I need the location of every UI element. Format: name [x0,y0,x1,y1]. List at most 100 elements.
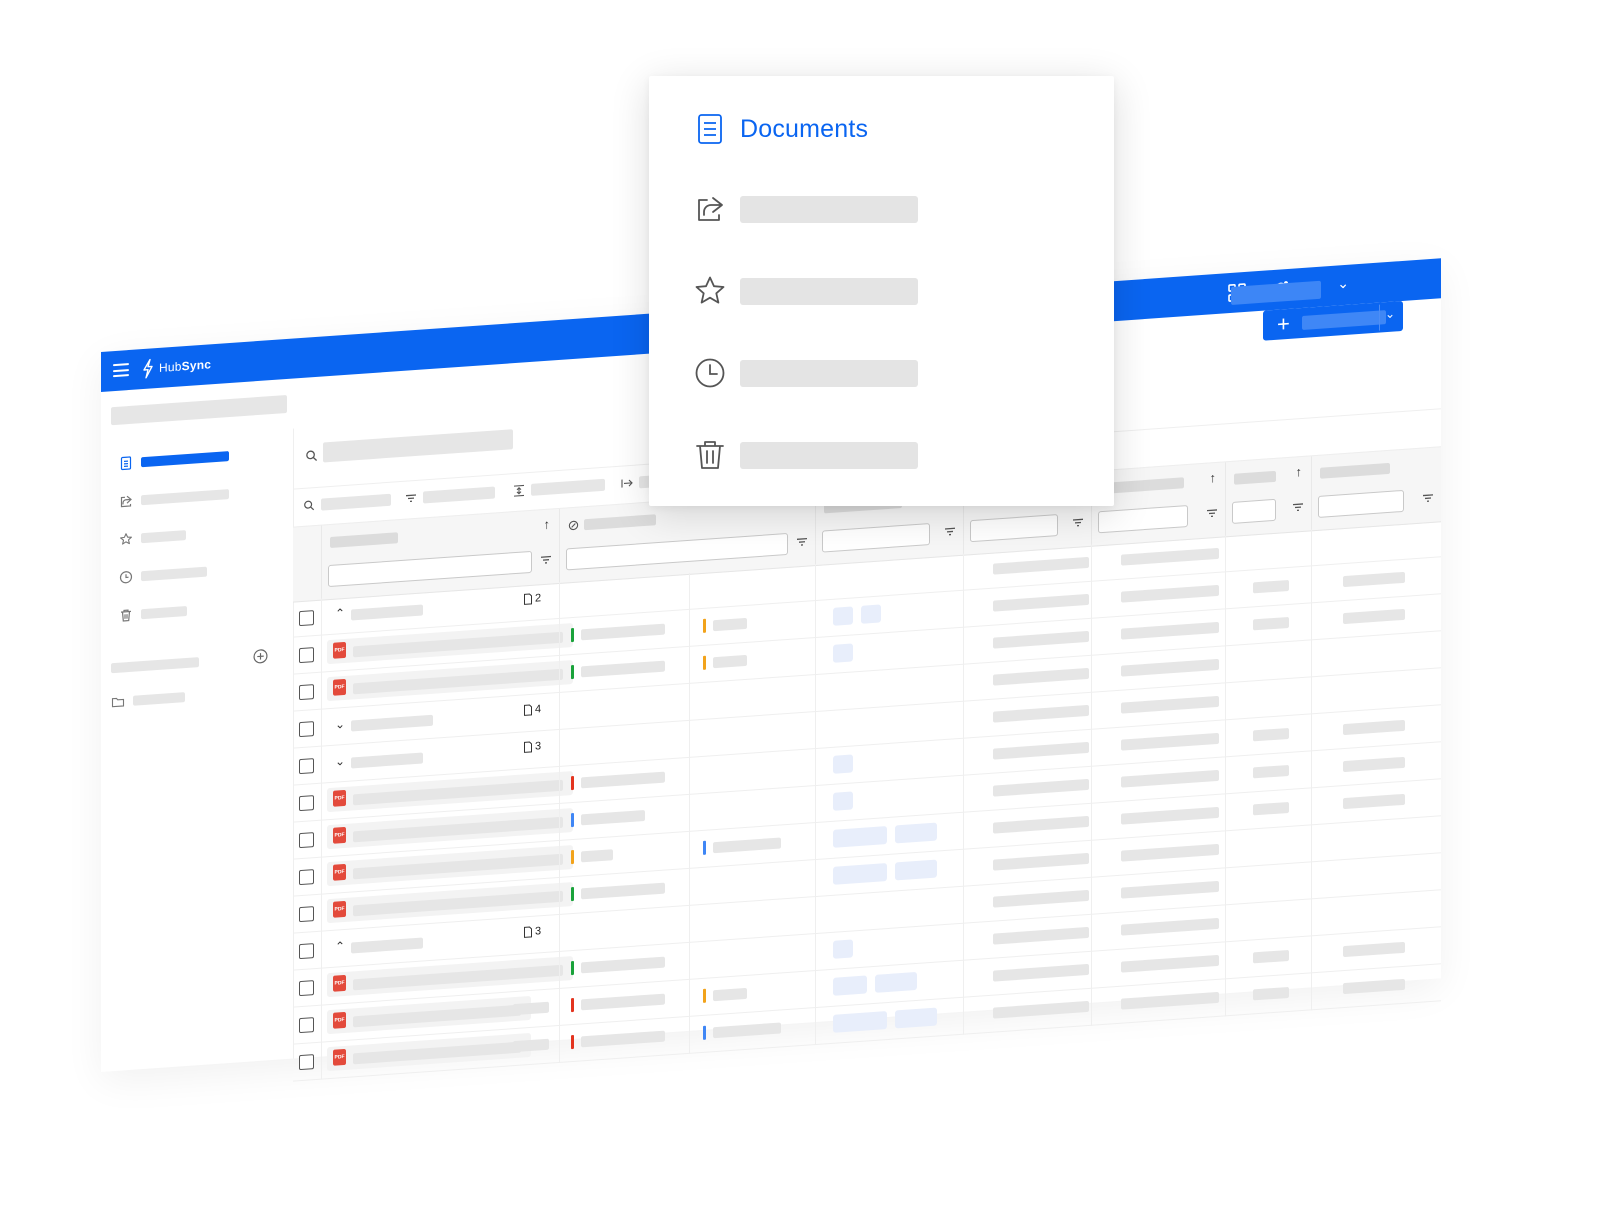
chevron-down-icon[interactable]: ⌄ [335,754,345,769]
toolbar-row-height[interactable] [513,478,605,497]
row-checkbox[interactable] [299,832,314,849]
filter-icon[interactable] [1072,516,1084,529]
label-chip[interactable] [833,1011,887,1033]
header-filter-input[interactable] [970,514,1058,543]
toolbar-filter[interactable] [405,486,495,504]
chevron-down-icon[interactable]: ⌄ [1337,275,1349,293]
file-size [1253,579,1289,594]
version-value [1343,608,1405,625]
header-filter-input[interactable] [822,523,930,553]
chevron-up-icon[interactable]: ⌃ [335,939,345,954]
filter-icon[interactable] [944,525,956,538]
nav-item-shared[interactable] [693,189,918,229]
filter-icon[interactable] [796,536,808,549]
row-checkbox[interactable] [299,980,314,997]
nav-item-recent[interactable] [693,353,918,393]
sidebar-item-shared[interactable] [119,485,229,511]
owner-name [1121,621,1219,640]
brand-logo[interactable]: HubSync [141,353,211,380]
filter-icon[interactable] [1292,501,1304,514]
label-chip[interactable] [895,859,937,881]
group-count-value: 2 [535,592,542,605]
row-checkbox[interactable] [299,1017,314,1034]
sort-arrow-icon[interactable]: ↑ [1296,464,1303,479]
nav-item-starred[interactable] [693,271,918,311]
row-checkbox[interactable] [299,795,314,812]
tag-color-marker [703,618,706,633]
chevron-down-icon[interactable]: ⌄ [1385,307,1395,322]
row-checkbox[interactable] [299,943,314,960]
sort-arrow-icon[interactable]: ↑ [544,517,551,532]
chevron-up-icon[interactable]: ⌃ [335,606,345,621]
row-checkbox[interactable] [299,906,314,923]
tag-icon [568,520,579,531]
pdf-file-icon: PDF [333,1011,346,1029]
row-checkbox[interactable] [299,758,314,775]
header-filter-input[interactable] [566,532,788,571]
label-chip[interactable] [833,975,867,996]
sidebar-item-folder[interactable] [111,688,185,711]
modified-date [993,741,1089,760]
pdf-file-icon: PDF [333,863,346,881]
tag-label [713,654,747,669]
filter-icon[interactable] [540,553,552,566]
chevron-down-icon[interactable]: ⌄ [335,717,345,732]
owner-name [1121,732,1219,751]
tag-label [713,617,747,632]
label-chip[interactable] [833,606,853,626]
file-icon [524,926,532,938]
file-size [1253,986,1289,1001]
row-checkbox[interactable] [299,1054,314,1071]
sidebar-item-label [141,530,186,544]
label-chip[interactable] [833,643,853,663]
row-checkbox[interactable] [299,610,314,627]
header-version[interactable] [1311,447,1442,531]
search-input[interactable] [323,429,513,463]
version-value [1343,719,1405,736]
label-chip[interactable] [833,939,853,959]
menu-icon[interactable] [113,363,129,378]
label-chip[interactable] [833,863,887,885]
sidebar-item-starred[interactable] [119,526,186,549]
header-filter-input[interactable] [1098,504,1188,534]
row-checkbox[interactable] [299,721,314,738]
label-chip[interactable] [895,822,937,844]
nav-item-documents[interactable]: Documents [693,109,868,149]
version-value [1343,756,1405,773]
clock-icon [119,571,133,584]
sidebar-item-recent[interactable] [119,563,207,587]
filter-icon[interactable] [1422,492,1434,505]
label-chip[interactable] [833,826,887,848]
label-chip[interactable] [833,754,853,774]
filter-icon[interactable] [1206,507,1218,520]
header-filter-input[interactable] [1318,489,1404,518]
sidebar-item-trash[interactable] [119,602,187,625]
toolbar-search[interactable] [303,493,391,512]
nav-item-label-placeholder [740,277,918,305]
label-chip[interactable] [875,971,917,993]
sidebar-item-label [141,566,207,582]
sort-arrow-icon[interactable]: ↑ [1210,470,1217,485]
header-filter-input[interactable] [328,550,532,588]
header-size[interactable]: ↑ [1225,456,1312,537]
tag-label [581,849,613,863]
owner-name [1121,769,1219,788]
row-checkbox[interactable] [299,647,314,664]
nav-item-trash[interactable] [693,435,918,475]
header-filter-input[interactable] [1232,498,1276,524]
cell-placeholder [1121,880,1219,899]
breadcrumb [111,394,287,426]
document-icon [698,114,722,144]
modified-date [993,852,1089,871]
add-circle-icon[interactable] [253,648,268,664]
sidebar-item-documents[interactable] [119,447,229,473]
label-chip[interactable] [861,604,881,624]
label-chip[interactable] [895,1007,937,1029]
tag-label [713,1022,781,1039]
label-chip[interactable] [833,791,853,811]
sidebar-item-label [141,489,229,506]
row-checkbox[interactable] [299,869,314,886]
file-size [1253,764,1289,779]
row-checkbox[interactable] [299,684,314,701]
cell-placeholder [1121,547,1219,566]
